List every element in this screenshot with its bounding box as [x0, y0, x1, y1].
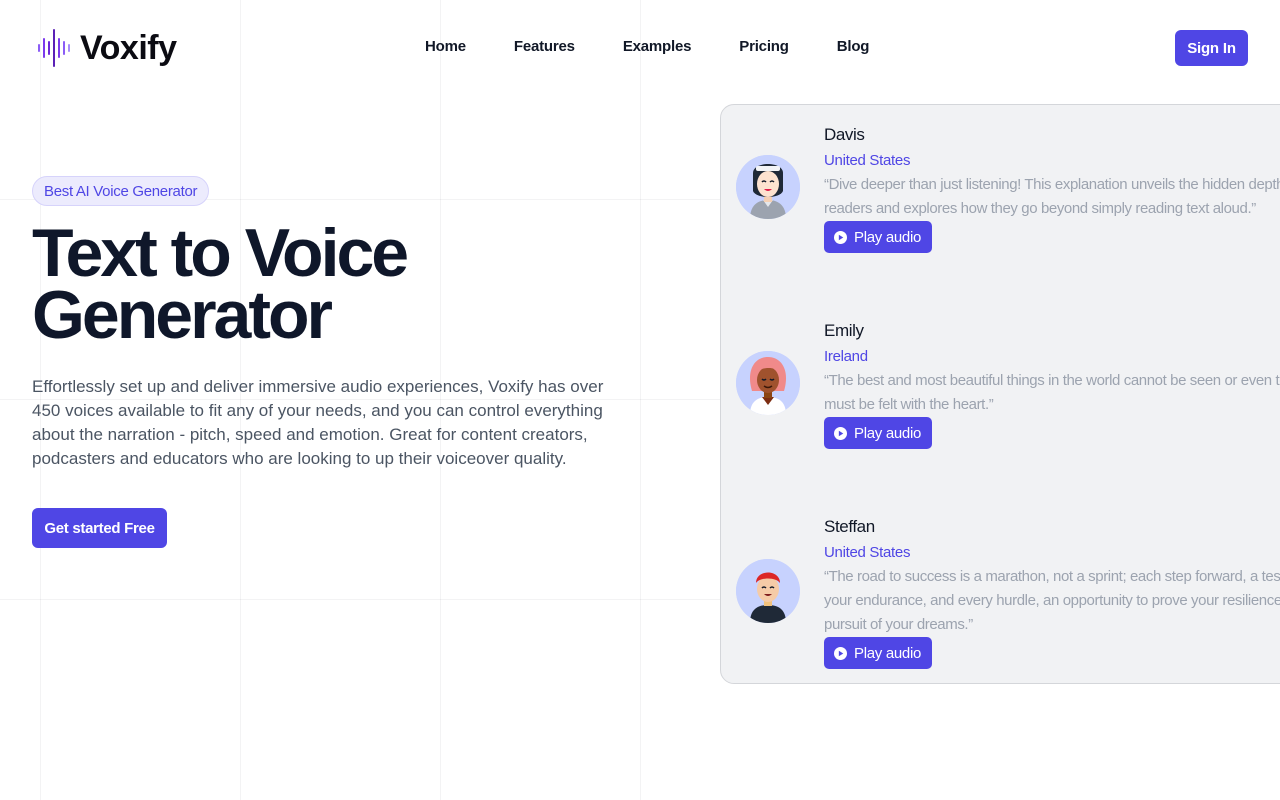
play-icon — [834, 646, 847, 660]
voice-name: Davis — [824, 125, 865, 144]
get-started-button[interactable]: Get started Free — [32, 508, 167, 548]
play-audio-label: Play audio — [854, 644, 922, 662]
play-audio-button[interactable]: Play audio — [824, 637, 932, 669]
brand-name: Voxify — [80, 29, 177, 67]
play-icon — [834, 230, 847, 244]
nav-home[interactable]: Home — [425, 37, 466, 57]
nav-examples[interactable]: Examples — [623, 37, 692, 57]
voice-name: Emily — [824, 321, 864, 340]
play-audio-button[interactable]: Play audio — [824, 417, 932, 449]
hero-badge: Best AI Voice Generator — [32, 176, 210, 206]
nav-features[interactable]: Features — [514, 37, 575, 57]
voice-name: Steffan — [824, 517, 875, 536]
voice-country: United States — [824, 152, 911, 169]
voice-samples-panel: Davis United States “Dive deeper than ju… — [720, 104, 1280, 684]
nav-blog[interactable]: Blog — [837, 37, 870, 57]
avatar — [736, 155, 800, 219]
voice-quote: “Dive deeper than just listening! This e… — [824, 176, 1280, 217]
voice-country: United States — [824, 544, 911, 561]
hero-section: Best AI Voice Generator Text to Voice Ge… — [32, 176, 652, 548]
voice-country: Ireland — [824, 348, 868, 365]
play-icon — [834, 426, 847, 440]
main-nav: Home Features Examples Pricing Blog — [425, 37, 869, 57]
voice-quote: “The best and most beautiful things in t… — [824, 372, 1280, 413]
hero-description: Effortlessly set up and deliver immersiv… — [32, 377, 604, 468]
play-audio-button[interactable]: Play audio — [824, 221, 932, 253]
play-audio-label: Play audio — [854, 424, 922, 442]
brand-logo[interactable]: Voxify — [38, 28, 177, 68]
avatar — [736, 559, 800, 623]
nav-pricing[interactable]: Pricing — [739, 37, 789, 57]
avatar — [736, 351, 800, 415]
site-header: Voxify Home Features Examples Pricing Bl… — [0, 0, 1280, 96]
hero-title: Text to Voice Generator — [32, 215, 409, 353]
soundwave-icon — [38, 29, 70, 67]
sign-in-button[interactable]: Sign In — [1175, 30, 1248, 66]
play-audio-label: Play audio — [854, 228, 922, 246]
voice-quote: “The road to success is a marathon, not … — [824, 568, 1280, 633]
